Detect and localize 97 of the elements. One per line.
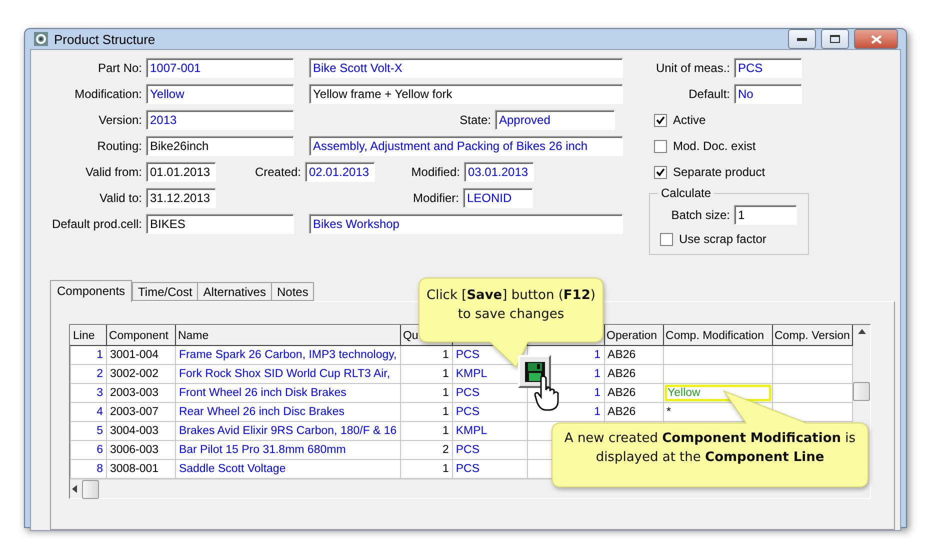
scroll-left-icon[interactable]: [72, 485, 78, 493]
table-cell: AB26: [604, 402, 664, 422]
scrollbar-thumb[interactable]: [853, 382, 870, 401]
minimize-button[interactable]: [788, 29, 816, 49]
callout-text: A new created Component Modification is displayed at the Component Line: [563, 430, 857, 467]
column-header[interactable]: Line: [70, 326, 106, 346]
close-icon: [870, 34, 882, 44]
checkbox-label: Separate product: [673, 165, 766, 179]
description-field[interactable]: Yellow frame + Yellow fork: [309, 84, 623, 104]
table-cell: Frame Spark 26 Carbon, IMP3 technology,: [175, 346, 400, 364]
table-cell: 1: [400, 346, 452, 364]
table-cell: PCS: [452, 440, 528, 460]
column-header[interactable]: Comp. Modification: [663, 326, 772, 346]
field-label: Created:: [254, 165, 301, 179]
default-field[interactable]: No: [734, 84, 802, 104]
tab[interactable]: Components: [50, 280, 132, 302]
checkbox[interactable]: [654, 114, 667, 126]
column-header[interactable]: Name: [175, 326, 400, 346]
table-cell: 1: [400, 402, 452, 422]
field-label: Unit of meas.:: [654, 61, 730, 75]
part-no-field[interactable]: 1007-001: [146, 58, 294, 78]
tab[interactable]: Alternatives: [197, 282, 272, 301]
field-label: Modification:: [74, 87, 142, 101]
table-cell: 6: [70, 440, 106, 460]
modifier-field[interactable]: LEONID: [463, 188, 533, 208]
minimize-icon: [797, 38, 807, 40]
window-title: Product Structure: [54, 32, 156, 46]
date-field[interactable]: 01.01.2013: [146, 162, 216, 182]
date-field[interactable]: 02.01.2013: [305, 162, 375, 182]
state-field[interactable]: Approved: [495, 110, 615, 130]
table-cell: AB26: [604, 384, 664, 402]
table-cell: 1: [400, 384, 452, 402]
field-label: State:: [458, 113, 491, 127]
field-label: Default prod.cell:: [50, 217, 142, 231]
batch-size-field[interactable]: 1: [734, 205, 797, 225]
table-cell: 2003-007: [106, 402, 176, 422]
modification-field[interactable]: Yellow: [146, 84, 294, 104]
table-cell: 3: [70, 384, 106, 402]
table-cell: 1: [400, 422, 452, 440]
scrollbar-thumb[interactable]: [82, 480, 99, 498]
app-icon: [33, 31, 49, 47]
table-cell: 3004-003: [106, 422, 176, 440]
table-cell: 4: [70, 402, 106, 422]
checkbox-label: Active: [673, 113, 706, 127]
table-cell: 5: [70, 422, 106, 440]
part-name-field[interactable]: Bike Scott Volt-X: [309, 58, 623, 78]
field-label: Routing:: [96, 139, 142, 153]
tab[interactable]: Time/Cost: [132, 282, 198, 301]
table-cell: Bar Pilot 15 Pro 31.8mm 680mm: [175, 440, 400, 460]
checkbox-label: Mod. Doc. exist: [673, 139, 756, 153]
prod-cell-description-field[interactable]: Bikes Workshop: [309, 214, 623, 234]
table-cell: 2: [400, 440, 452, 460]
checkbox[interactable]: [654, 140, 667, 152]
table-cell: AB26: [604, 346, 664, 364]
save-icon[interactable]: [518, 355, 551, 388]
prod-cell-field[interactable]: BIKES: [146, 214, 294, 234]
group-title: Calculate: [658, 186, 714, 200]
field-label: Default:: [688, 87, 730, 101]
unit-field[interactable]: PCS: [734, 58, 802, 78]
field-label: Valid from:: [84, 165, 142, 179]
field-label: Part No:: [96, 61, 142, 75]
table-cell: PCS: [452, 402, 528, 422]
table-cell: Front Wheel 26 inch Disk Brakes: [175, 384, 400, 402]
routing-field[interactable]: Bike26inch: [146, 136, 294, 156]
table-cell: KMPL: [452, 422, 528, 440]
column-header[interactable]: Comp. Version: [772, 326, 852, 346]
checkbox-label: Use scrap factor: [679, 232, 766, 246]
table-cell: 1: [400, 364, 452, 384]
table-cell: 3002-002: [106, 364, 176, 384]
date-field[interactable]: 31.12.2013: [146, 188, 216, 208]
date-field[interactable]: 03.01.2013: [464, 162, 534, 182]
close-button[interactable]: [854, 29, 898, 49]
field-label: Modified:: [410, 165, 460, 179]
checkbox[interactable]: [660, 232, 673, 246]
field-label: Batch size:: [670, 208, 730, 222]
table-cell: 2: [70, 364, 106, 384]
table-cell: 3006-003: [106, 440, 176, 460]
field-label: Valid to:: [98, 191, 142, 205]
callout-text: Click [Save] button (F12) to save changes: [426, 287, 596, 324]
table-cell: Brakes Avid Elixir 9RS Carbon, 180/F & 16: [175, 422, 400, 440]
field-label: Modifier:: [412, 191, 459, 205]
table-cell: 1: [70, 346, 106, 364]
table-cell: AB26: [604, 364, 664, 384]
maximize-icon: [830, 35, 840, 43]
column-header[interactable]: Operation: [604, 326, 664, 346]
table-cell: Rear Wheel 26 inch Disc Brakes: [175, 402, 400, 422]
checkbox[interactable]: [654, 166, 667, 178]
tab[interactable]: Notes: [270, 282, 314, 301]
table-cell: Fork Rock Shox SID World Cup RLT3 Air,: [175, 364, 400, 384]
table-cell: 2003-003: [106, 384, 176, 402]
routing-description-field[interactable]: Assembly, Adjustment and Packing of Bikes 26 inch: [309, 136, 623, 156]
field-label: Version:: [98, 113, 142, 127]
maximize-button[interactable]: [821, 29, 849, 49]
table-cell: 3001-004: [106, 346, 176, 364]
version-field[interactable]: 2013: [146, 110, 294, 130]
column-header[interactable]: Component: [106, 326, 176, 346]
scroll-up-icon[interactable]: [858, 329, 866, 334]
